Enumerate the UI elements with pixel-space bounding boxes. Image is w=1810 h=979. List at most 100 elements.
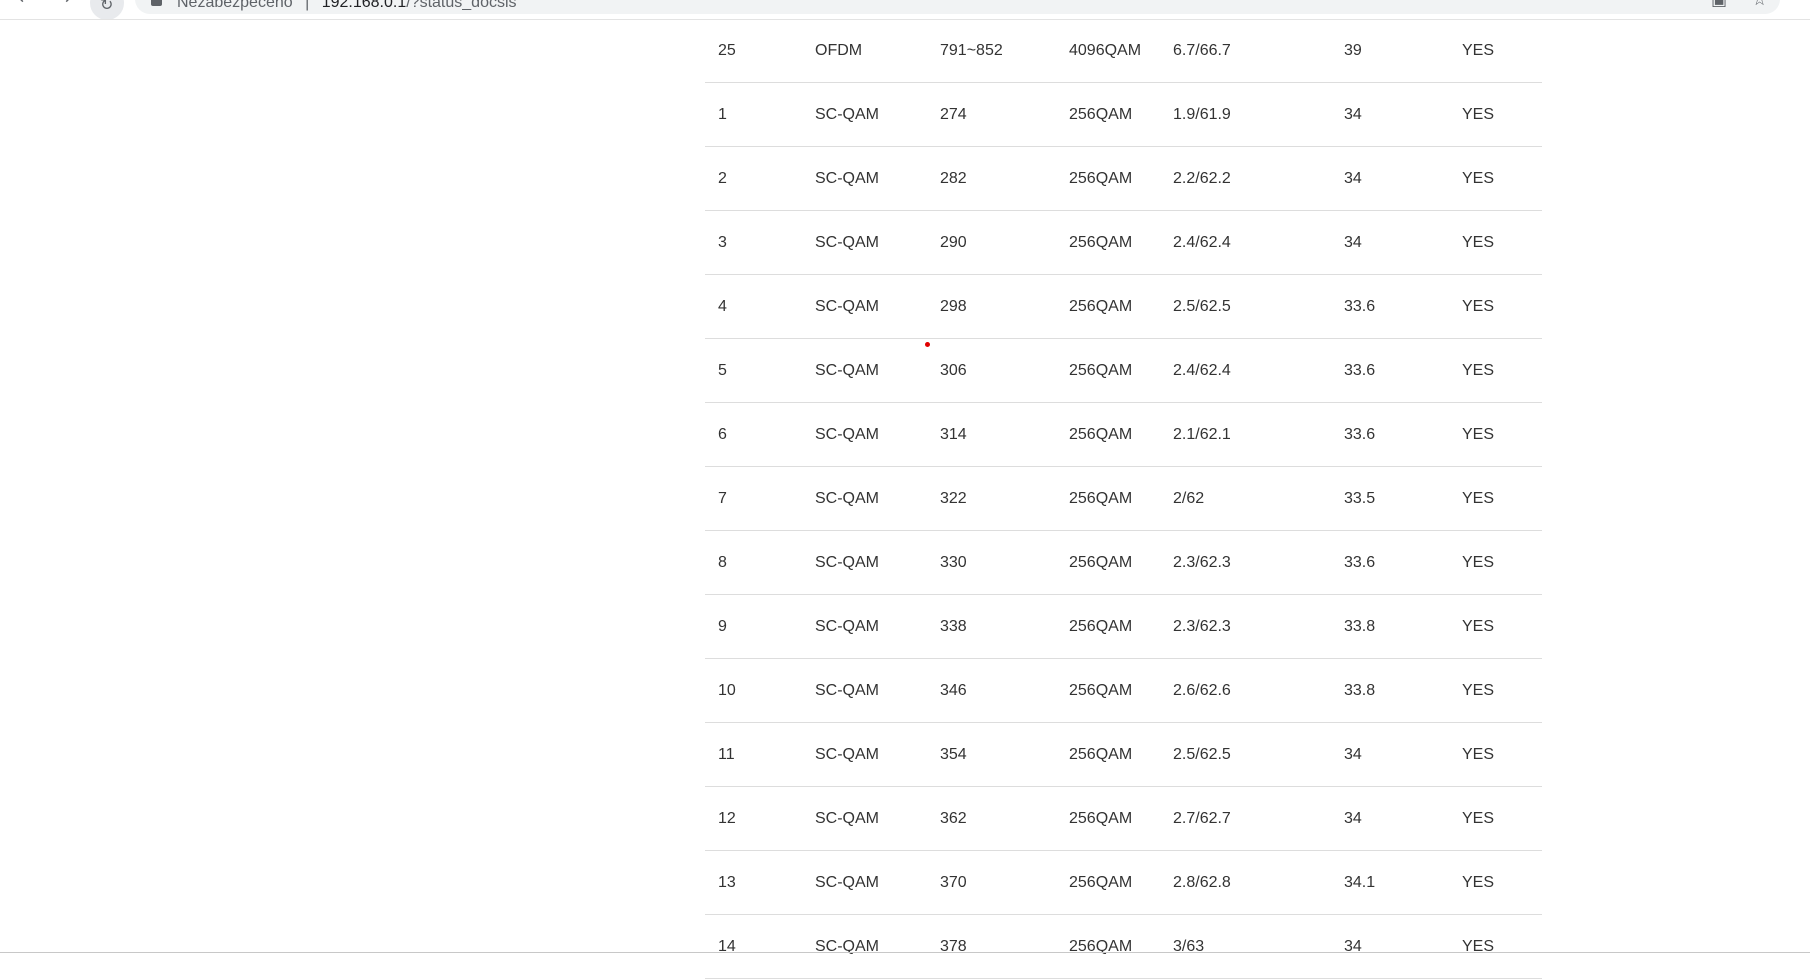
lock-status-cell: YES	[1449, 274, 1542, 339]
frequency-cell: 290	[927, 210, 1056, 275]
table-row: 14 SC-QAM 378 256QAM 3/63 34 YES	[705, 914, 1542, 979]
frequency-cell: 370	[927, 850, 1056, 915]
channel-id-cell: 6	[705, 402, 802, 467]
modulation-cell: 256QAM	[1056, 594, 1160, 659]
snr-cell: 34	[1331, 786, 1449, 851]
channel-type-cell: SC-QAM	[802, 594, 927, 659]
lock-status-cell: YES	[1449, 914, 1542, 979]
snr-cell: 33.6	[1331, 530, 1449, 595]
modulation-cell: 256QAM	[1056, 914, 1160, 979]
lock-status-cell: YES	[1449, 466, 1542, 531]
channel-id-cell: 5	[705, 338, 802, 403]
address-separator: |	[305, 0, 310, 11]
address-bar[interactable]: Nezabezpečeno | 192.168.0.1/?status_docs…	[135, 0, 1780, 14]
frequency-cell: 362	[927, 786, 1056, 851]
browser-toolbar: ← → ↻ Nezabezpečeno | 192.168.0.1/?statu…	[0, 0, 1810, 20]
channel-id-cell: 1	[705, 82, 802, 147]
modulation-cell: 256QAM	[1056, 82, 1160, 147]
channel-id-cell: 25	[705, 19, 802, 83]
channel-type-cell: SC-QAM	[802, 274, 927, 339]
power-level-cell: 2.6/62.6	[1160, 658, 1331, 723]
channel-type-cell: SC-QAM	[802, 914, 927, 979]
channel-id-cell: 8	[705, 530, 802, 595]
table-row: 5 SC-QAM 306 256QAM 2.4/62.4 33.6 YES	[705, 338, 1542, 403]
snr-cell: 39	[1331, 19, 1449, 83]
channel-id-cell: 2	[705, 146, 802, 211]
star-icon[interactable]: ☆	[1752, 0, 1767, 10]
frequency-cell: 346	[927, 658, 1056, 723]
channel-id-cell: 12	[705, 786, 802, 851]
power-level-cell: 2.4/62.4	[1160, 338, 1331, 403]
frequency-cell: 330	[927, 530, 1056, 595]
power-level-cell: 2.5/62.5	[1160, 274, 1331, 339]
lock-icon[interactable]	[151, 0, 162, 6]
reload-button[interactable]: ↻	[90, 0, 124, 19]
frequency-cell: 306	[927, 338, 1056, 403]
frequency-cell: 314	[927, 402, 1056, 467]
forward-arrow-icon[interactable]: →	[56, 0, 71, 9]
security-label: Nezabezpečeno	[177, 0, 293, 11]
lock-status-cell: YES	[1449, 594, 1542, 659]
channel-type-cell: SC-QAM	[802, 82, 927, 147]
frequency-cell: 791~852	[927, 19, 1056, 83]
snr-cell: 34	[1331, 210, 1449, 275]
channel-type-cell: OFDM	[802, 19, 927, 83]
power-level-cell: 2.3/62.3	[1160, 594, 1331, 659]
lock-status-cell: YES	[1449, 722, 1542, 787]
modulation-cell: 256QAM	[1056, 338, 1160, 403]
modulation-cell: 4096QAM	[1056, 19, 1160, 83]
table-row: 1 SC-QAM 274 256QAM 1.9/61.9 34 YES	[705, 82, 1542, 147]
frequency-cell: 338	[927, 594, 1056, 659]
table-row: 8 SC-QAM 330 256QAM 2.3/62.3 33.6 YES	[705, 530, 1542, 595]
power-level-cell: 1.9/61.9	[1160, 82, 1331, 147]
modulation-cell: 256QAM	[1056, 274, 1160, 339]
channel-type-cell: SC-QAM	[802, 146, 927, 211]
table-row: 11 SC-QAM 354 256QAM 2.5/62.5 34 YES	[705, 722, 1542, 787]
table-row: 4 SC-QAM 298 256QAM 2.5/62.5 33.6 YES	[705, 274, 1542, 339]
channel-type-cell: SC-QAM	[802, 466, 927, 531]
frequency-cell: 298	[927, 274, 1056, 339]
power-level-cell: 2.8/62.8	[1160, 850, 1331, 915]
power-level-cell: 6.7/66.7	[1160, 19, 1331, 83]
back-arrow-icon[interactable]: ←	[18, 0, 33, 9]
channel-id-cell: 3	[705, 210, 802, 275]
frequency-cell: 378	[927, 914, 1056, 979]
frequency-cell: 322	[927, 466, 1056, 531]
reload-icon: ↻	[100, 0, 114, 14]
snr-cell: 34	[1331, 914, 1449, 979]
snr-cell: 33.6	[1331, 274, 1449, 339]
channel-id-cell: 11	[705, 722, 802, 787]
modulation-cell: 256QAM	[1056, 786, 1160, 851]
channel-type-cell: SC-QAM	[802, 786, 927, 851]
lock-status-cell: YES	[1449, 658, 1542, 723]
power-level-cell: 2.2/62.2	[1160, 146, 1331, 211]
power-level-cell: 2.5/62.5	[1160, 722, 1331, 787]
table-row: 9 SC-QAM 338 256QAM 2.3/62.3 33.8 YES	[705, 594, 1542, 659]
channel-id-cell: 10	[705, 658, 802, 723]
address-host: 192.168.0.1	[321, 0, 407, 11]
downstream-channel-table: 25 OFDM 791~852 4096QAM 6.7/66.7 39 YES 1 SC-QAM…	[705, 19, 1542, 979]
lock-status-cell: YES	[1449, 850, 1542, 915]
modulation-cell: 256QAM	[1056, 146, 1160, 211]
downstream-channel-table-container: 25 OFDM 791~852 4096QAM 6.7/66.7 39 YES 1 SC-QAM…	[705, 19, 1542, 979]
modulation-cell: 256QAM	[1056, 722, 1160, 787]
lock-status-cell: YES	[1449, 786, 1542, 851]
channel-type-cell: SC-QAM	[802, 530, 927, 595]
channel-type-cell: SC-QAM	[802, 210, 927, 275]
snr-cell: 33.8	[1331, 594, 1449, 659]
power-level-cell: 2.1/62.1	[1160, 402, 1331, 467]
address-text[interactable]: Nezabezpečeno | 192.168.0.1/?status_docs…	[177, 0, 517, 12]
modulation-cell: 256QAM	[1056, 466, 1160, 531]
power-level-cell: 2.7/62.7	[1160, 786, 1331, 851]
frequency-cell: 354	[927, 722, 1056, 787]
channel-id-cell: 9	[705, 594, 802, 659]
frequency-cell: 274	[927, 82, 1056, 147]
frequency-cell: 282	[927, 146, 1056, 211]
channel-id-cell: 14	[705, 914, 802, 979]
snr-cell: 33.6	[1331, 338, 1449, 403]
snr-cell: 34.1	[1331, 850, 1449, 915]
channel-rows: 25 OFDM 791~852 4096QAM 6.7/66.7 39 YES 1 SC-QAM…	[705, 19, 1542, 979]
modulation-cell: 256QAM	[1056, 530, 1160, 595]
install-app-icon[interactable]: ▣	[1711, 0, 1727, 10]
channel-type-cell: SC-QAM	[802, 850, 927, 915]
